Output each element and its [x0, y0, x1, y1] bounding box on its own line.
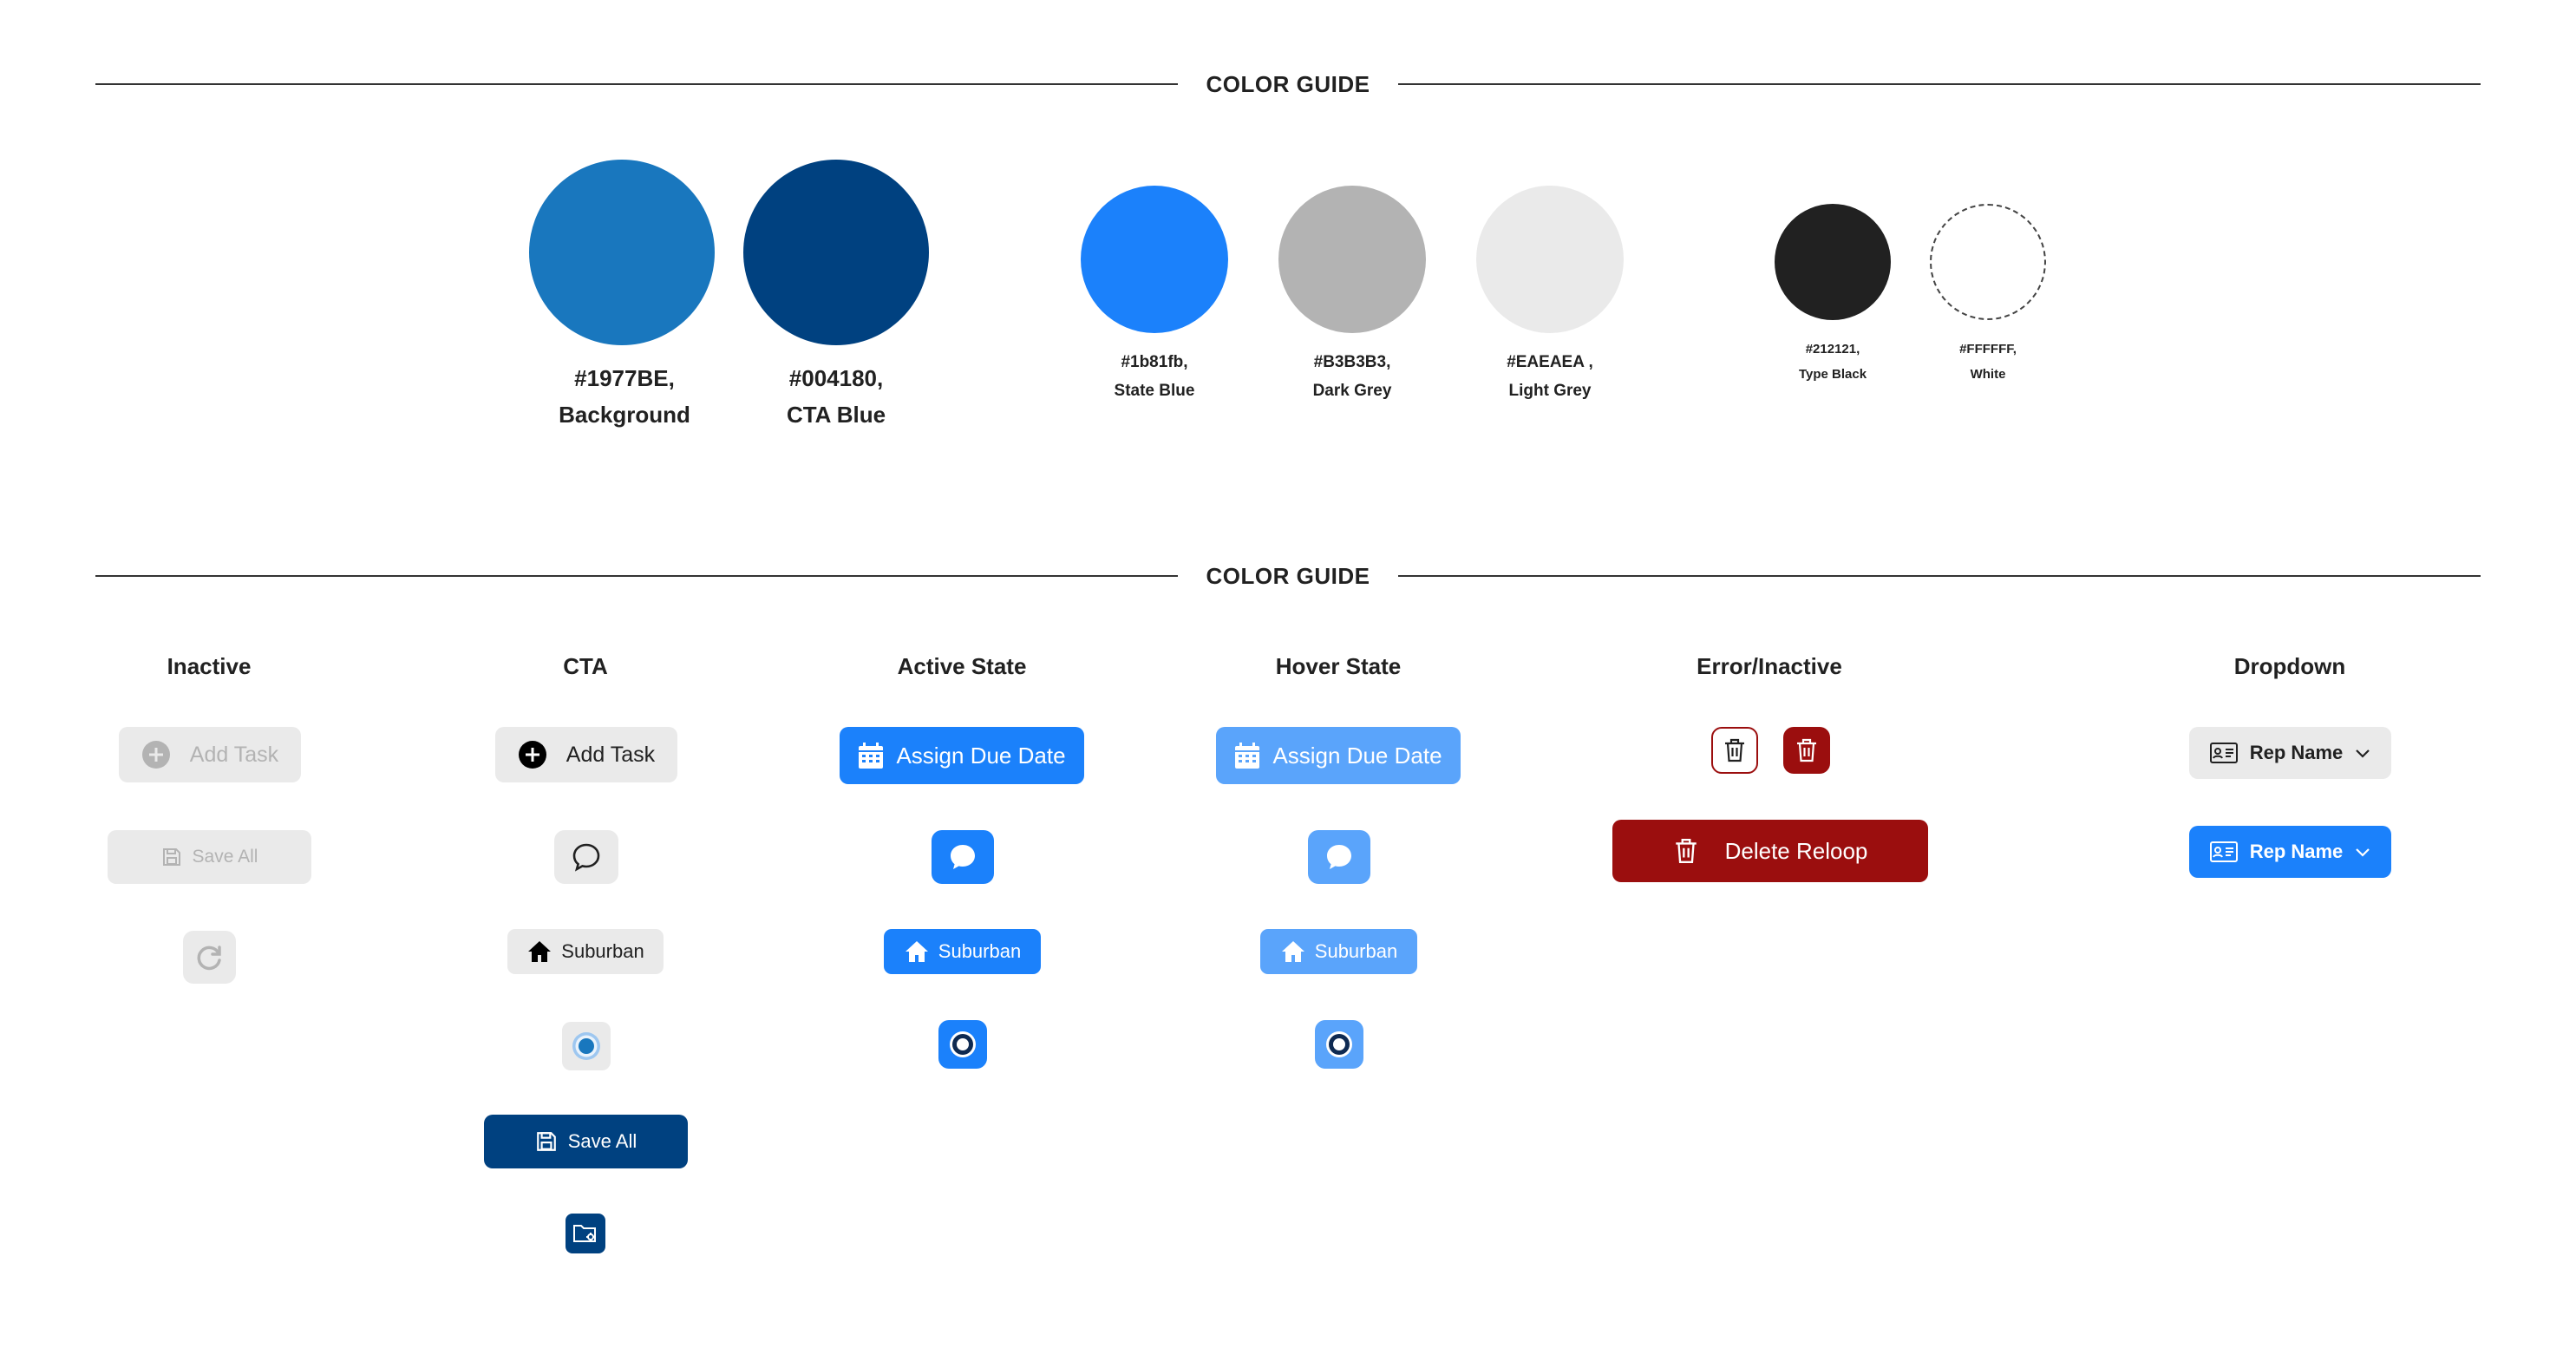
swatch-background: [529, 160, 715, 345]
radio-button-active[interactable]: [938, 1020, 987, 1069]
delete-reloop-label: Delete Reloop: [1724, 837, 1868, 864]
swatch-type-black: [1775, 204, 1891, 320]
assign-due-date-label: Assign Due Date: [896, 742, 1066, 769]
swatch-label-cta-blue: #004180, CTA Blue: [786, 365, 886, 428]
swatch-state-blue: [1081, 186, 1228, 333]
column-heading-active: Active State: [897, 653, 1027, 679]
plus-circle-icon: [518, 741, 546, 769]
swatch-label-dark-grey: #B3B3B3, Dark Grey: [1312, 353, 1392, 400]
save-all-label: Save All: [567, 1130, 637, 1152]
radio-icon: [572, 1032, 600, 1060]
swatch-cta-blue: [743, 160, 929, 345]
swatch-label-white: #FFFFFF, White: [1959, 342, 2017, 382]
column-heading-error: Error/Inactive: [1697, 653, 1842, 679]
save-all-label: Save All: [192, 847, 258, 867]
chat-bubble-icon: [1327, 845, 1351, 869]
swatch-light-grey: [1476, 186, 1624, 333]
add-task-button-cta[interactable]: Add Task: [495, 727, 677, 782]
contact-card-icon: [2209, 841, 2238, 862]
radio-icon: [1326, 1031, 1352, 1057]
calendar-icon: [1235, 743, 1260, 769]
swatch-label-light-grey: #EAEAEA , Light Grey: [1507, 353, 1593, 400]
rep-name-dropdown-active[interactable]: Rep Name: [2189, 826, 2391, 878]
save-all-button-inactive[interactable]: Save All: [108, 830, 311, 884]
section-title-color-guide: COLOR GUIDE: [1206, 71, 1370, 97]
section-title-states: COLOR GUIDE: [1206, 563, 1370, 589]
suburban-button-active[interactable]: Suburban: [884, 929, 1041, 974]
chevron-down-icon: [2356, 848, 2370, 857]
chevron-down-icon: [2356, 749, 2370, 758]
rep-name-label: Rep Name: [2249, 742, 2344, 763]
section-divider-left-2: [95, 575, 1178, 577]
folder-settings-icon: [573, 1225, 596, 1242]
suburban-label: Suburban: [1314, 940, 1398, 962]
save-all-button-cta[interactable]: Save All: [484, 1115, 688, 1168]
save-icon: [536, 1132, 556, 1151]
add-task-label: Add Task: [566, 742, 656, 767]
plus-circle-icon: [141, 741, 170, 769]
chat-button-hover[interactable]: [1308, 830, 1370, 884]
home-icon: [1281, 941, 1304, 962]
radio-button-hover[interactable]: [1315, 1020, 1363, 1069]
trash-button-filled[interactable]: [1783, 727, 1830, 774]
radio-icon: [950, 1031, 976, 1057]
swatch-dark-grey: [1278, 186, 1426, 333]
column-heading-cta: CTA: [563, 653, 608, 679]
chat-bubble-icon: [951, 845, 975, 869]
calendar-icon: [859, 743, 884, 769]
section-divider-right: [1398, 83, 2481, 85]
suburban-button-hover[interactable]: Suburban: [1260, 929, 1417, 974]
section-divider-right-2: [1398, 575, 2481, 577]
swatch-label-state-blue: #1b81fb, State Blue: [1114, 353, 1195, 400]
folder-settings-button-cta[interactable]: [566, 1214, 605, 1253]
suburban-label: Suburban: [561, 940, 644, 962]
column-heading-inactive: Inactive: [167, 653, 252, 679]
contact-card-icon: [2209, 743, 2238, 763]
assign-due-date-button-active[interactable]: Assign Due Date: [840, 727, 1084, 784]
rep-name-label: Rep Name: [2249, 841, 2344, 862]
trash-icon: [1797, 738, 1816, 762]
assign-due-date-label: Assign Due Date: [1272, 742, 1442, 769]
suburban-label: Suburban: [938, 940, 1022, 962]
section-divider-left: [95, 83, 1178, 85]
home-icon: [905, 941, 928, 962]
add-task-label: Add Task: [189, 742, 279, 767]
chat-button-cta[interactable]: [554, 830, 618, 884]
trash-icon: [1725, 738, 1744, 762]
delete-reloop-button[interactable]: Delete Reloop: [1612, 820, 1928, 882]
refresh-icon: [197, 945, 221, 970]
rep-name-dropdown-default[interactable]: Rep Name: [2189, 727, 2391, 779]
add-task-button-inactive[interactable]: Add Task: [119, 727, 301, 782]
refresh-button-inactive[interactable]: [183, 931, 236, 984]
radio-button-cta[interactable]: [562, 1022, 611, 1070]
chat-bubble-icon: [572, 843, 600, 872]
save-icon: [162, 848, 180, 866]
home-icon: [528, 941, 552, 962]
suburban-button-cta[interactable]: Suburban: [507, 929, 664, 974]
swatch-label-background: #1977BE, Background: [559, 365, 690, 428]
trash-button-outline[interactable]: [1711, 727, 1758, 774]
column-heading-hover: Hover State: [1275, 653, 1402, 679]
trash-icon: [1675, 839, 1697, 863]
column-heading-dropdown: Dropdown: [2233, 653, 2346, 679]
swatch-label-type-black: #212121, Type Black: [1798, 342, 1867, 382]
chat-button-active[interactable]: [932, 830, 994, 884]
swatch-white: [1930, 204, 2046, 320]
assign-due-date-button-hover[interactable]: Assign Due Date: [1216, 727, 1461, 784]
